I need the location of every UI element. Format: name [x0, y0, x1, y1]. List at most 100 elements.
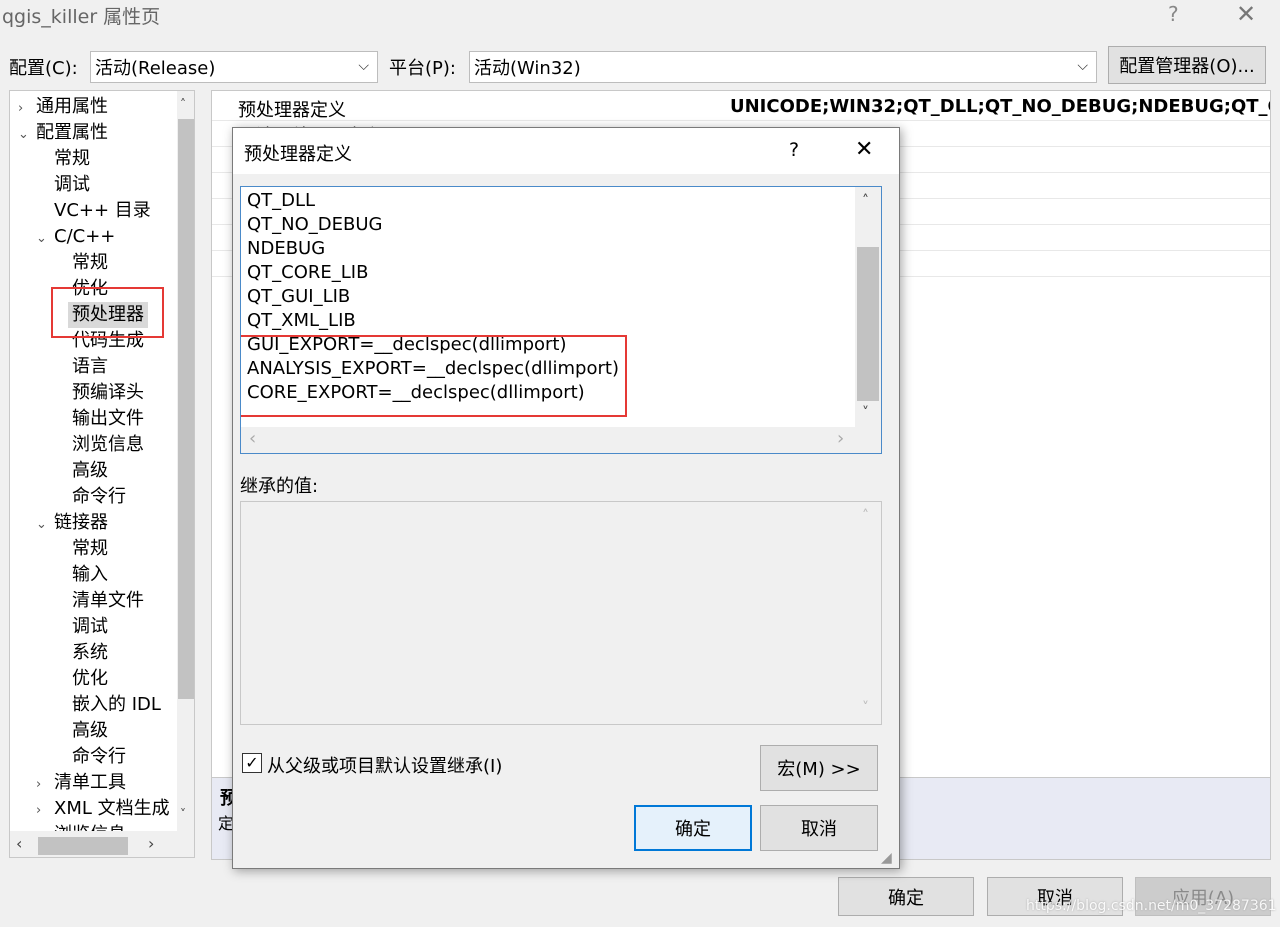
highlight-box: [51, 287, 164, 338]
grid-row[interactable]: 预处理器定义 UNICODE;WIN32;QT_DLL;QT_NO_DEBUG;…: [212, 95, 1270, 121]
footer-ok-button[interactable]: 确定: [838, 877, 974, 916]
tree-item[interactable]: 命令行: [72, 484, 126, 510]
macros-button[interactable]: 宏(M) >>: [760, 745, 878, 791]
tree-item[interactable]: 常规: [72, 536, 108, 562]
tree-item[interactable]: 语言: [72, 354, 108, 380]
chevron-down-icon[interactable]: ˅: [862, 700, 869, 716]
dialog-ok-button[interactable]: 确定: [634, 805, 752, 851]
list-horizontal-scrollbar[interactable]: ‹ ›: [241, 427, 855, 453]
definition-line: QT_XML_LIB: [247, 310, 356, 331]
tree-horizontal-scrollbar[interactable]: ‹ ›: [10, 831, 194, 857]
tree-item[interactable]: VC++ 目录: [54, 198, 151, 224]
tree-item[interactable]: 高级: [72, 718, 108, 744]
definitions-editor[interactable]: QT_DLL QT_NO_DEBUG NDEBUG QT_CORE_LIB QT_GUI…: [240, 186, 882, 454]
chevron-down-icon: ⌵: [358, 58, 369, 74]
checkmark-icon: ✓: [245, 753, 259, 772]
definition-line: QT_NO_DEBUG: [247, 214, 383, 235]
chevron-down-icon[interactable]: ⌄: [18, 122, 36, 148]
tree-item[interactable]: › 通用属性: [18, 94, 108, 120]
chevron-right-icon[interactable]: ›: [148, 834, 154, 853]
inherited-scrollbar[interactable]: ˄ ˅: [855, 502, 881, 724]
tree-item[interactable]: 输出文件: [72, 406, 144, 432]
chevron-up-icon[interactable]: ˄: [862, 508, 869, 524]
chevron-down-icon[interactable]: ˅: [180, 807, 186, 821]
tree-item-label: 高级: [72, 720, 108, 741]
chevron-down-icon: ⌵: [1077, 58, 1088, 74]
tree-item-label: 常规: [72, 252, 108, 273]
chevron-down-icon[interactable]: ⌄: [36, 512, 54, 538]
tree-item[interactable]: ⌄ 链接器: [36, 510, 108, 536]
preprocessor-dialog: 预处理器定义 ? ✕ QT_DLL QT_NO_DEBUG NDEBUG QT_COR…: [232, 127, 900, 869]
tree-item-label: 输入: [72, 564, 108, 585]
tree-item[interactable]: 常规: [54, 146, 90, 172]
scrollbar-thumb[interactable]: [38, 837, 128, 855]
tree-item[interactable]: 优化: [72, 666, 108, 692]
dialog-cancel-button[interactable]: 取消: [760, 805, 878, 851]
definition-line: NDEBUG: [247, 238, 326, 259]
highlight-box: [241, 335, 627, 417]
config-combo[interactable]: 活动(Release) ⌵: [90, 51, 378, 83]
tree-item[interactable]: 嵌入的 IDL: [72, 692, 161, 718]
tree-item[interactable]: 命令行: [72, 744, 126, 770]
tree-item-label: 命令行: [72, 486, 126, 507]
tree-item-label: 清单文件: [72, 590, 144, 611]
tree-item-label: VC++ 目录: [54, 200, 151, 221]
dialog-close-button[interactable]: ✕: [855, 137, 873, 162]
chevron-right-icon[interactable]: ›: [36, 772, 54, 798]
tree-item-label: 预编译头: [72, 382, 144, 403]
definition-line: QT_CORE_LIB: [247, 262, 369, 283]
inherited-values-label: 继承的值:: [240, 476, 319, 497]
chevron-right-icon[interactable]: ›: [837, 428, 844, 449]
inherit-checkbox-label[interactable]: 从父级或项目默认设置继承(I): [267, 752, 502, 778]
tree-item-label: C/C++: [54, 226, 116, 247]
chevron-left-icon[interactable]: ‹: [249, 428, 256, 449]
tree-item-label: 常规: [72, 538, 108, 559]
tree-item[interactable]: 系统: [72, 640, 108, 666]
tree-item[interactable]: 调试: [54, 172, 90, 198]
tree-item[interactable]: 常规: [72, 250, 108, 276]
tree-item[interactable]: › XML 文档生成: [36, 796, 170, 822]
tree-item[interactable]: 高级: [72, 458, 108, 484]
tree-item[interactable]: 预编译头: [72, 380, 144, 406]
tree-item[interactable]: 调试: [72, 614, 108, 640]
chevron-down-icon[interactable]: ˅: [862, 405, 869, 421]
platform-combo[interactable]: 活动(Win32) ⌵: [469, 51, 1097, 83]
dialog-help-button[interactable]: ?: [789, 139, 799, 161]
chevron-up-icon[interactable]: ˄: [180, 97, 186, 111]
chevron-down-icon[interactable]: ⌄: [36, 226, 54, 252]
list-vertical-scrollbar[interactable]: ˄ ˅: [855, 187, 881, 427]
window-close-button[interactable]: ✕: [1236, 0, 1256, 28]
tree-item-label: 输出文件: [72, 408, 144, 429]
chevron-up-icon[interactable]: ˄: [862, 193, 869, 209]
tree-item[interactable]: 清单文件: [72, 588, 144, 614]
tree-item[interactable]: 浏览信息: [72, 432, 144, 458]
property-tree[interactable]: › 通用属性 ⌄ 配置属性 常规 调试 VC++ 目录 ⌄ C/C++ 常规 优化 预处理器 代码生成语…: [9, 90, 195, 858]
tree-item-label: 链接器: [54, 512, 108, 533]
tree-item-label: 通用属性: [36, 96, 108, 117]
tree-item[interactable]: ⌄ C/C++: [36, 224, 115, 250]
dialog-titlebar: 预处理器定义 ? ✕: [233, 128, 899, 174]
tree-item-label: 命令行: [72, 746, 126, 767]
inherit-checkbox[interactable]: ✓: [242, 753, 262, 773]
scroll-corner: [855, 427, 881, 453]
tree-item-label: 清单工具: [54, 772, 126, 793]
window-title: qgis_killer 属性页: [2, 6, 161, 28]
scrollbar-thumb[interactable]: [178, 119, 194, 699]
resize-grip-icon[interactable]: ◢: [881, 850, 892, 866]
tree-item-label: 调试: [54, 174, 90, 195]
dialog-title: 预处理器定义: [244, 144, 352, 165]
scrollbar-thumb[interactable]: [857, 247, 879, 401]
window-help-button[interactable]: ?: [1168, 2, 1179, 26]
grid-row-name: 预处理器定义: [238, 100, 346, 121]
config-label: 配置(C):: [9, 58, 78, 79]
tree-item[interactable]: ⌄ 配置属性: [18, 120, 108, 146]
chevron-right-icon[interactable]: ›: [36, 798, 54, 824]
chevron-left-icon[interactable]: ‹: [16, 834, 22, 853]
chevron-right-icon[interactable]: ›: [18, 96, 36, 122]
inherited-values-box: ˄ ˅: [240, 501, 882, 725]
tree-item[interactable]: 输入: [72, 562, 108, 588]
tree-item-label: 高级: [72, 460, 108, 481]
tree-vertical-scrollbar[interactable]: ˄ ˅: [177, 91, 194, 831]
config-manager-button[interactable]: 配置管理器(O)...: [1108, 46, 1266, 84]
tree-item[interactable]: › 清单工具: [36, 770, 126, 796]
